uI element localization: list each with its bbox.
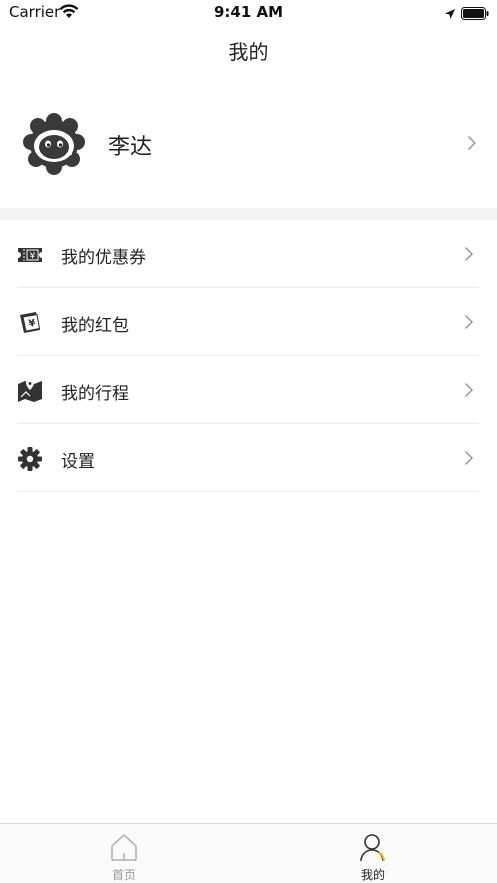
- menu-item-coupons[interactable]: ¥ 我的优惠券: [0, 220, 497, 288]
- red-packet-icon: ¥: [17, 310, 43, 336]
- page-title: 我的: [228, 40, 269, 64]
- chevron-right-icon: [464, 382, 474, 402]
- location-arrow-icon: [444, 5, 456, 24]
- home-icon: [110, 833, 138, 863]
- avatar[interactable]: [20, 110, 88, 178]
- chevron-right-icon: [464, 450, 474, 470]
- menu-item-label: 设置: [61, 452, 95, 472]
- tab-bar: 首页 我的: [0, 823, 497, 883]
- profile-row[interactable]: 李达: [0, 100, 497, 188]
- trip-map-icon: [17, 378, 43, 404]
- gear-icon: [17, 446, 43, 472]
- menu-item-trips[interactable]: 我的行程: [0, 356, 497, 424]
- battery-icon: [461, 5, 489, 24]
- menu-item-label: 我的行程: [61, 384, 129, 404]
- menu-item-red-packets[interactable]: ¥ 我的红包: [0, 288, 497, 356]
- tab-label: 我的: [360, 868, 385, 882]
- menu-list: ¥ 我的优惠券 ¥ 我的红包 我的行程 设置: [0, 220, 497, 492]
- menu-item-settings[interactable]: 设置: [0, 424, 497, 492]
- status-bar: Carrier 9:41 AM: [0, 0, 497, 26]
- section-separator: [0, 208, 497, 220]
- menu-item-label: 我的优惠券: [61, 248, 146, 268]
- chevron-right-icon: [467, 135, 477, 155]
- coupon-icon: ¥: [17, 242, 43, 268]
- profile-screen: Carrier 9:41 AM 我的 李达 ¥ 我的优惠券 ¥ 我的红包 我的行…: [0, 0, 497, 883]
- chevron-right-icon: [464, 314, 474, 334]
- tab-mine[interactable]: 我的: [249, 824, 497, 883]
- user-icon: [359, 833, 387, 863]
- menu-item-label: 我的红包: [61, 316, 129, 336]
- user-name: 李达: [108, 135, 153, 160]
- tab-label: 首页: [111, 868, 136, 882]
- clock-time: 9:41 AM: [213, 3, 284, 21]
- svg-text:¥: ¥: [30, 252, 36, 262]
- tab-home[interactable]: 首页: [0, 824, 248, 883]
- divider: [18, 491, 479, 492]
- chevron-right-icon: [464, 246, 474, 266]
